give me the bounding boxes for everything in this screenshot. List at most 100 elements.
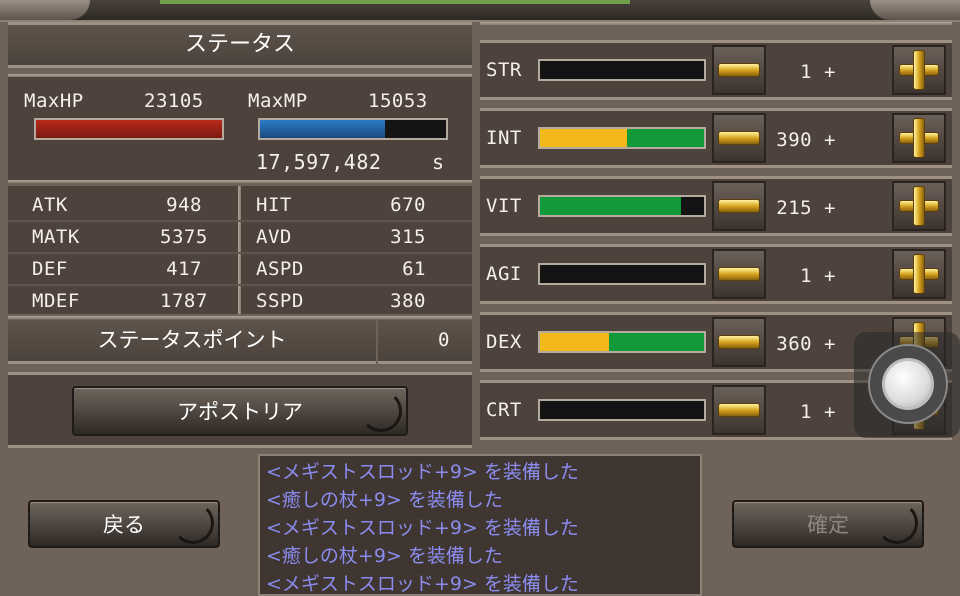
stat-label: DEF <box>32 258 68 280</box>
mp-bar <box>258 118 448 140</box>
frame-corner-left <box>0 0 90 20</box>
maxmp-value: 15053 <box>368 90 428 112</box>
divider <box>8 180 472 183</box>
divider <box>480 22 952 25</box>
status-points-value: 0 <box>438 329 450 351</box>
plus-icon <box>899 118 939 158</box>
decrease-agi-button[interactable] <box>712 249 766 299</box>
money-value: 17,597,482 <box>256 150 382 174</box>
apostoria-button-label: アポストリア <box>177 400 303 424</box>
attr-value: 1 + <box>800 401 836 423</box>
decrease-crt-button[interactable] <box>712 385 766 435</box>
joystick-knob[interactable] <box>882 358 934 410</box>
plus-icon <box>899 186 939 226</box>
hp-bar-fill <box>36 120 222 138</box>
attr-value: 215 + <box>776 197 836 219</box>
stat-row-divider <box>8 220 472 222</box>
attr-label: CRT <box>486 399 522 421</box>
minus-icon <box>718 403 760 417</box>
log-line: <メギストスロッド+9> を装備した <box>266 461 579 483</box>
confirm-button[interactable]: 確定 <box>732 500 924 548</box>
stat-value: 417 <box>166 258 202 280</box>
attr-row-str: STR 1 + <box>480 40 952 100</box>
stat-row-divider <box>8 252 472 254</box>
plus-icon-v <box>913 118 925 158</box>
plus-icon <box>899 254 939 294</box>
increase-int-button[interactable] <box>892 113 946 163</box>
stat-label: ATK <box>32 194 68 216</box>
divider <box>8 74 472 77</box>
plus-icon <box>899 50 939 90</box>
virtual-joystick[interactable] <box>854 332 960 438</box>
stat-value: 1787 <box>160 290 208 312</box>
money-unit: s <box>432 150 445 174</box>
minus-icon <box>718 199 760 213</box>
mp-bar-fill <box>260 120 385 138</box>
maxhp-label: MaxHP <box>24 90 84 112</box>
confirm-button-label: 確定 <box>807 513 849 537</box>
minus-icon <box>718 335 760 349</box>
decrease-vit-button[interactable] <box>712 181 766 231</box>
attr-bar <box>538 399 706 421</box>
stat-value: 380 <box>390 290 426 312</box>
attr-row-int: INT 390 + <box>480 108 952 168</box>
frame-corner-right <box>870 0 960 20</box>
ornament-icon <box>876 502 918 544</box>
attr-bar <box>538 127 706 149</box>
minus-icon <box>718 267 760 281</box>
back-button[interactable]: 戻る <box>28 500 220 548</box>
ornament-icon <box>172 502 214 544</box>
attr-bar <box>538 59 706 81</box>
attr-bar-fill-yellow <box>540 129 627 147</box>
maxhp-value: 23105 <box>144 90 204 112</box>
attr-label: VIT <box>486 195 522 217</box>
stat-label: MDEF <box>32 290 80 312</box>
increase-agi-button[interactable] <box>892 249 946 299</box>
stat-value: 5375 <box>160 226 208 248</box>
stat-value: 670 <box>390 194 426 216</box>
joystick-ring <box>868 344 948 424</box>
attr-bar-fill-yellow <box>540 333 609 351</box>
stat-label: SSPD <box>256 290 304 312</box>
attr-bar <box>538 331 706 353</box>
decrease-int-button[interactable] <box>712 113 766 163</box>
minus-icon <box>718 63 760 77</box>
plus-icon-v <box>913 50 925 90</box>
status-points-label: ステータスポイント <box>97 328 287 352</box>
stat-label: ASPD <box>256 258 304 280</box>
plus-icon-v <box>913 186 925 226</box>
log-line: <メギストスロッド+9> を装備した <box>266 573 579 595</box>
stat-value: 61 <box>402 258 426 280</box>
message-log[interactable]: <メギストスロッド+9> を装備した <癒しの杖+9> を装備した <メギストス… <box>258 454 702 596</box>
apostoria-button[interactable]: アポストリア <box>72 386 408 436</box>
attr-bar <box>538 195 706 217</box>
plus-icon-v <box>913 254 925 294</box>
decrease-dex-button[interactable] <box>712 317 766 367</box>
attr-bar-fill-green <box>608 333 704 351</box>
stat-row-divider <box>8 284 472 286</box>
hp-bar <box>34 118 224 140</box>
attr-row-vit: VIT 215 + <box>480 176 952 236</box>
decrease-str-button[interactable] <box>712 45 766 95</box>
stat-label: AVD <box>256 226 292 248</box>
attr-label: DEX <box>486 331 522 353</box>
log-line: <メギストスロッド+9> を装備した <box>266 517 579 539</box>
attr-value: 360 + <box>776 333 836 355</box>
stat-label: MATK <box>32 226 80 248</box>
status-title-bar: ステータス <box>8 22 472 68</box>
stat-value: 948 <box>166 194 202 216</box>
attr-row-agi: AGI 1 + <box>480 244 952 304</box>
log-line: <癒しの杖+9> を装備した <box>266 489 503 511</box>
status-points-value-box: 0 <box>378 320 472 364</box>
increase-str-button[interactable] <box>892 45 946 95</box>
minus-icon <box>718 131 760 145</box>
maxmp-label: MaxMP <box>248 90 308 112</box>
attr-value: 1 + <box>800 61 836 83</box>
increase-vit-button[interactable] <box>892 181 946 231</box>
attr-bar-fill-green <box>540 197 682 215</box>
back-button-label: 戻る <box>103 513 145 537</box>
status-points-label-box: ステータスポイント <box>8 320 376 364</box>
page-title: ステータス <box>184 32 295 57</box>
attr-label: INT <box>486 127 522 149</box>
attr-bar <box>538 263 706 285</box>
